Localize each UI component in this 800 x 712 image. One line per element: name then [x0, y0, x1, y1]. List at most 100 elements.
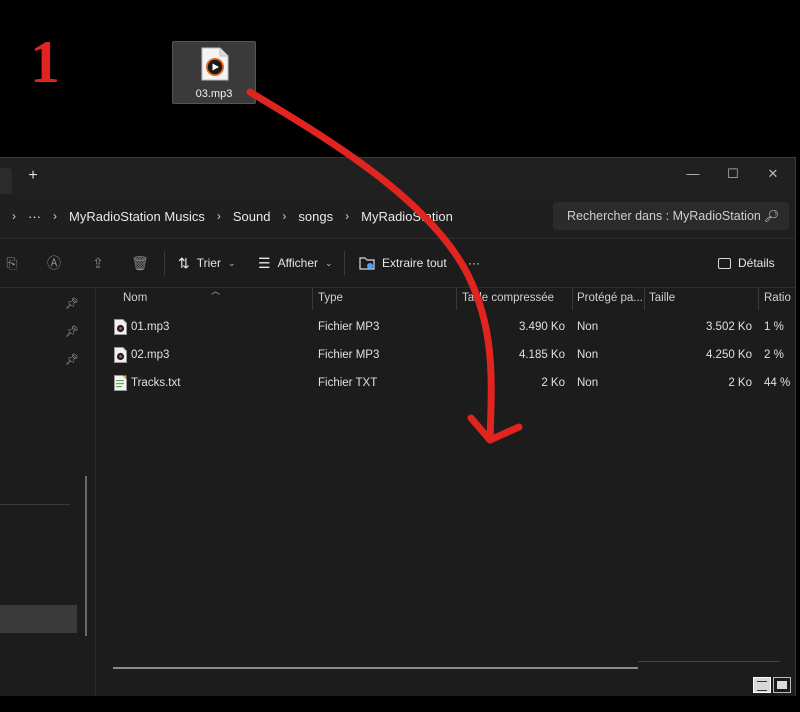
sort-icon: ⇅ [178, 254, 190, 271]
list-view-icon [757, 681, 767, 691]
nav-divider [0, 504, 70, 505]
file-explorer-window: + — ☐ ✕ › ··· › MyRadioStation Musics › … [0, 157, 796, 697]
file-ratio: 2 % [764, 349, 784, 361]
mp3-file-icon [114, 347, 127, 363]
file-name: 02.mp3 [131, 349, 170, 361]
view-button[interactable]: ☰ Afficher ⌄ [258, 251, 333, 275]
nav-scrollbar[interactable] [85, 476, 87, 636]
file-compressed-size: 4.185 Ko [518, 349, 565, 361]
column-divider [456, 288, 457, 310]
breadcrumb[interactable]: › ··· › MyRadioStation Musics › Sound › … [0, 202, 540, 230]
file-list: ︿ Nom Type Taille compressée Protégé pa.… [96, 286, 795, 696]
new-tab-button[interactable]: + [24, 166, 42, 186]
file-ratio: 44 % [764, 377, 791, 389]
delete-icon[interactable]: 🗑︎ [130, 253, 150, 273]
chevron-right-icon: › [345, 209, 350, 223]
file-type: Fichier MP3 [318, 321, 380, 333]
rename-icon[interactable]: Ⓐ [44, 253, 64, 273]
file-compressed-size: 3.490 Ko [518, 321, 565, 333]
horizontal-scrollbar[interactable] [113, 667, 638, 669]
column-ratio[interactable]: Ratio [764, 292, 791, 304]
pin-icon[interactable]: 📌︎ [65, 297, 79, 310]
horizontal-scrollbar-track [638, 661, 780, 662]
dragged-file-name: 03.mp3 [195, 88, 233, 100]
column-divider [312, 288, 313, 310]
share-icon[interactable]: ⇪ [88, 253, 108, 273]
details-pane-icon [718, 257, 731, 269]
chevron-down-icon: ⌄ [227, 257, 236, 268]
details-view-button[interactable] [753, 677, 771, 693]
maximize-button[interactable]: ☐ [718, 164, 748, 184]
file-protected: Non [577, 349, 599, 361]
address-bar: › ··· › MyRadioStation Musics › Sound › … [0, 194, 795, 239]
file-ratio: 1 % [764, 321, 784, 333]
extract-folder-icon [359, 257, 375, 270]
navigation-pane: 📌︎ 📌︎ 📌︎ [0, 288, 96, 696]
details-button[interactable]: Détails [718, 251, 775, 275]
view-icon: ☰ [258, 254, 271, 271]
column-compressed-size[interactable]: Taille compressée [462, 292, 570, 304]
more-options-button[interactable]: ··· [468, 251, 480, 275]
breadcrumb-item[interactable]: MyRadioStation [361, 209, 453, 224]
title-bar: + — ☐ ✕ [0, 158, 795, 194]
extract-all-label: Extraire tout [382, 256, 447, 270]
mp3-file-icon [114, 319, 127, 335]
minimize-button[interactable]: — [678, 164, 708, 184]
current-tab[interactable] [0, 168, 12, 194]
search-placeholder: Rechercher dans : MyRadioStation [567, 209, 761, 223]
step-number: 1 [30, 29, 60, 95]
table-row[interactable]: Tracks.txt Fichier TXT 2 Ko Non 2 Ko 44 … [96, 370, 795, 398]
file-compressed-size: 2 Ko [541, 377, 565, 389]
pin-icon[interactable]: 📌︎ [65, 353, 79, 366]
column-name[interactable]: Nom [123, 292, 147, 304]
file-size: 2 Ko [728, 377, 752, 389]
breadcrumb-item[interactable]: Sound [233, 209, 271, 224]
toolbar-divider [344, 251, 345, 275]
column-divider [758, 288, 759, 310]
large-icons-view-button[interactable] [773, 677, 791, 693]
chevron-right-icon: › [216, 209, 221, 223]
file-type: Fichier TXT [318, 377, 378, 389]
file-size: 3.502 Ko [705, 321, 752, 333]
file-protected: Non [577, 377, 599, 389]
column-divider [644, 288, 645, 310]
table-row[interactable]: 01.mp3 Fichier MP3 3.490 Ko Non 3.502 Ko… [96, 314, 795, 342]
file-protected: Non [577, 321, 599, 333]
status-bar [0, 696, 800, 712]
toolbar-divider [164, 251, 165, 275]
file-name: Tracks.txt [131, 377, 181, 389]
column-divider [572, 288, 573, 310]
chevron-right-icon: › [282, 209, 287, 223]
command-bar: ⎘ Ⓐ ⇪ 🗑︎ ⇅ Trier ⌄ ☰ Afficher ⌄ Extraire… [0, 239, 795, 288]
table-row[interactable]: 02.mp3 Fichier MP3 4.185 Ko Non 4.250 Ko… [96, 342, 795, 370]
file-type: Fichier MP3 [318, 349, 380, 361]
nav-selected-item[interactable] [0, 605, 77, 633]
file-name: 01.mp3 [131, 321, 170, 333]
column-protected[interactable]: Protégé pa... [577, 292, 643, 304]
file-size: 4.250 Ko [705, 349, 752, 361]
chevron-down-icon: ⌄ [325, 257, 333, 268]
column-header-row: ︿ Nom Type Taille compressée Protégé pa.… [96, 286, 795, 310]
breadcrumb-item[interactable]: songs [298, 209, 333, 224]
search-input[interactable]: Rechercher dans : MyRadioStation 🔎︎ [553, 202, 789, 230]
text-file-icon [114, 375, 127, 391]
search-icon: 🔎︎ [763, 209, 779, 223]
extract-all-button[interactable]: Extraire tout [359, 251, 447, 275]
chevron-right-icon: › [53, 209, 57, 223]
dragged-file-03-mp3[interactable]: 03.mp3 [172, 41, 256, 104]
column-size[interactable]: Taille [649, 292, 675, 304]
pin-icon[interactable]: 📌︎ [65, 325, 79, 338]
close-button[interactable]: ✕ [758, 164, 788, 184]
breadcrumb-overflow[interactable]: ··· [28, 209, 41, 224]
column-type[interactable]: Type [318, 292, 343, 304]
sort-label: Trier [196, 256, 221, 270]
details-label: Détails [738, 256, 775, 270]
view-label: Afficher [277, 256, 319, 270]
audio-file-icon [201, 47, 229, 81]
sort-ascending-icon: ︿ [211, 286, 221, 296]
tiles-view-icon [777, 681, 787, 689]
breadcrumb-item[interactable]: MyRadioStation Musics [69, 209, 205, 224]
chevron-right-icon: › [12, 209, 16, 223]
paste-icon[interactable]: ⎘ [2, 253, 22, 273]
sort-button[interactable]: ⇅ Trier ⌄ [178, 251, 236, 275]
